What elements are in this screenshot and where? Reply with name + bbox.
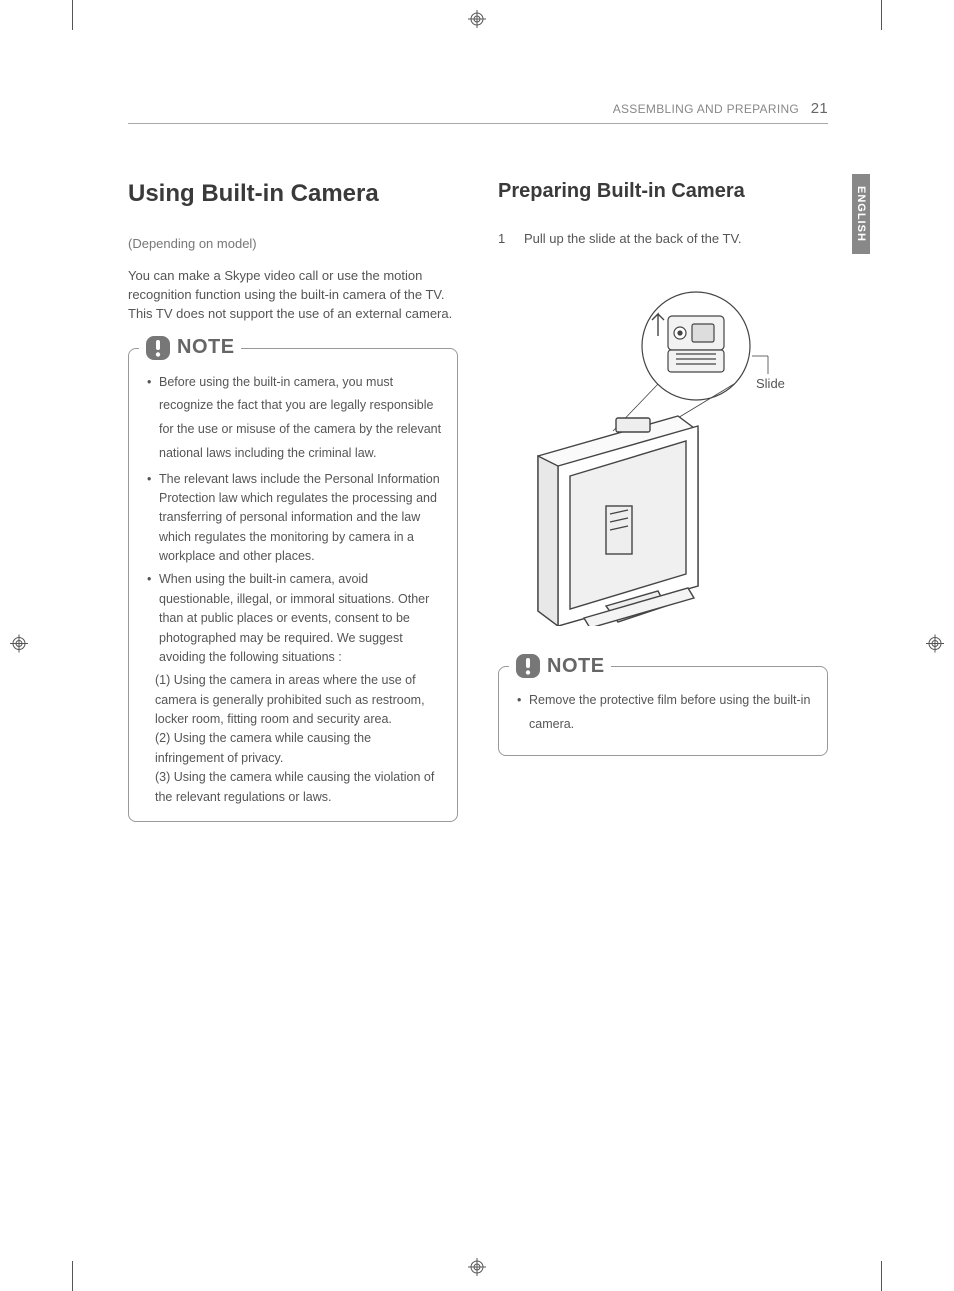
step-number: 1 [498, 231, 510, 246]
note-box-left: NOTE Before using the built-in camera, y… [128, 348, 458, 822]
crop-mark [72, 0, 73, 30]
note-item: When using the built-in camera, avoid qu… [147, 570, 443, 667]
note-box-right: NOTE Remove the protective film before u… [498, 666, 828, 756]
registration-mark-icon [926, 634, 944, 657]
registration-mark-icon [468, 1258, 486, 1281]
crop-mark [881, 1261, 882, 1291]
alert-icon [515, 653, 541, 679]
note-subitem: (2) Using the camera while causing the i… [143, 729, 443, 768]
crop-mark [881, 0, 882, 30]
note-item: The relevant laws include the Personal I… [147, 470, 443, 567]
heading-preparing-camera: Preparing Built-in Camera [498, 180, 828, 203]
note-subitem: (1) Using the camera in areas where the … [143, 671, 443, 729]
running-header: ASSEMBLING AND PREPARING 21 [128, 100, 828, 124]
registration-mark-icon [10, 634, 28, 657]
tv-slide-figure: Slide [498, 266, 828, 626]
note-item: Before using the built-in camera, you mu… [147, 371, 443, 466]
intro-paragraph: You can make a Skype video call or use t… [128, 267, 458, 324]
note-title: NOTE [177, 336, 235, 359]
note-title: NOTE [547, 655, 605, 678]
heading-using-camera: Using Built-in Camera [128, 180, 458, 208]
step-text: Pull up the slide at the back of the TV. [524, 231, 742, 246]
depends-note: (Depending on model) [128, 236, 458, 251]
language-tab: ENGLISH [852, 174, 870, 254]
crop-mark [72, 1261, 73, 1291]
page-number: 21 [811, 100, 828, 117]
figure-slide-label: Slide [756, 376, 785, 391]
step-1: 1 Pull up the slide at the back of the T… [498, 231, 828, 246]
left-column: Using Built-in Camera (Depending on mode… [128, 180, 458, 822]
section-title: ASSEMBLING AND PREPARING [613, 102, 799, 116]
alert-icon [145, 335, 171, 361]
page-content: ASSEMBLING AND PREPARING 21 Using Built-… [128, 100, 828, 822]
note-item: Remove the protective film before using … [517, 689, 813, 737]
registration-mark-icon [468, 10, 486, 33]
note-subitem: (3) Using the camera while causing the v… [143, 768, 443, 807]
right-column: Preparing Built-in Camera 1 Pull up the … [498, 180, 828, 822]
